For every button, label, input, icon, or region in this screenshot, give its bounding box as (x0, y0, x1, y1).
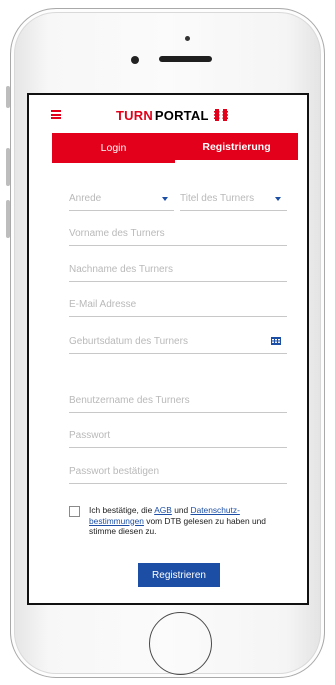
logo-portal-text: PORTAL (154, 107, 209, 123)
passwort-bestaetigen-field[interactable] (69, 466, 287, 484)
benutzername-input[interactable] (69, 395, 287, 406)
app-screen: TURN PORTAL Login Registrierung Anrede T… (27, 93, 309, 605)
nachname-input[interactable] (69, 264, 287, 275)
vorname-field[interactable] (69, 228, 287, 246)
top-bar: TURN PORTAL (29, 95, 307, 133)
email-input[interactable] (69, 299, 287, 310)
geburtsdatum-input[interactable] (69, 336, 287, 347)
tab-registrierung[interactable]: Registrierung (175, 133, 298, 163)
calendar-icon[interactable] (271, 337, 281, 345)
agb-link[interactable]: AGB (154, 505, 172, 515)
dropdown-caret-icon (162, 197, 168, 201)
turnportal-logo: TURN PORTAL (116, 106, 228, 124)
consent-text: Ich bestätige, die AGB und Datenschutz-b… (89, 505, 266, 536)
passwort-bestaetigen-input[interactable] (69, 466, 287, 477)
anrede-select[interactable]: Anrede (69, 193, 174, 211)
dropdown-caret-icon (275, 197, 281, 201)
volume-up-button (6, 148, 10, 186)
titel-select[interactable]: Titel des Turners (180, 193, 287, 211)
email-field[interactable] (69, 299, 287, 317)
anrede-placeholder: Anrede (69, 193, 102, 204)
earpiece-speaker (159, 56, 212, 62)
geburtsdatum-field[interactable] (69, 336, 287, 354)
nachname-field[interactable] (69, 264, 287, 282)
auth-tabs: Login Registrierung (52, 133, 298, 163)
front-camera (131, 56, 139, 64)
titel-placeholder: Titel des Turners (180, 193, 255, 204)
registrieren-button[interactable]: Registrieren (138, 563, 220, 587)
tab-login[interactable]: Login (52, 133, 175, 163)
vorname-input[interactable] (69, 228, 287, 239)
hamburger-menu-icon[interactable] (51, 110, 61, 119)
logo-turn-text: TURN (116, 107, 153, 123)
home-button[interactable] (149, 612, 212, 675)
turnportal-logo-icon (213, 109, 228, 121)
benutzername-field[interactable] (69, 395, 287, 413)
passwort-field[interactable] (69, 430, 287, 448)
mute-switch (6, 86, 10, 108)
passwort-input[interactable] (69, 430, 287, 441)
front-sensor (185, 36, 190, 41)
consent-checkbox[interactable] (69, 506, 80, 517)
volume-down-button (6, 200, 10, 238)
